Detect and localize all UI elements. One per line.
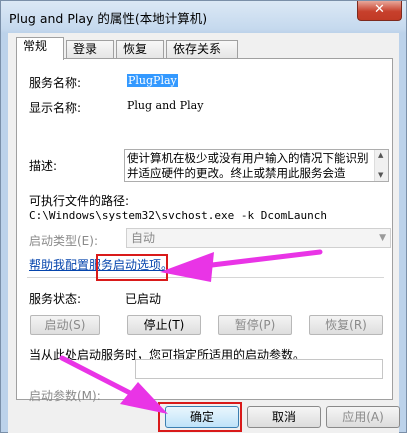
exe-path-value[interactable]: C:\Windows\system32\svchost.exe -k DcomL… xyxy=(29,209,327,222)
dialog-client: 常规 登录 恢复 依存关系 服务名称: PlugPlay 显示名称: Plug … xyxy=(8,33,400,433)
startup-type-value: 自动 xyxy=(131,231,156,245)
tab-strip: 常规 登录 恢复 依存关系 xyxy=(16,37,396,60)
scroll-down-icon[interactable]: ▼ xyxy=(378,171,383,179)
tab-dependencies[interactable]: 依存关系 xyxy=(166,40,238,59)
apply-button[interactable]: 应用(A) xyxy=(326,406,400,428)
window-title: Plug and Play 的属性(本地计算机) xyxy=(9,11,208,26)
startup-type-select[interactable]: 自动 ▼ xyxy=(126,228,391,248)
description-box[interactable]: 使计算机在极少或没有用户输入的情况下能识别并适应硬件的更改。终止或禁用此服务会造… xyxy=(124,149,389,182)
tab-general[interactable]: 常规 xyxy=(16,37,64,60)
stop-button[interactable]: 停止(T) xyxy=(127,315,201,335)
startup-type-label: 启动类型(E): xyxy=(29,234,98,248)
service-status-label: 服务状态: xyxy=(29,292,82,306)
general-tab-panel: 服务名称: PlugPlay 显示名称: Plug and Play 描述: 使… xyxy=(16,58,393,403)
chevron-down-icon: ▼ xyxy=(379,233,386,243)
display-name-label: 显示名称: xyxy=(29,101,82,115)
title-bar[interactable]: Plug and Play 的属性(本地计算机) ✕ xyxy=(1,1,406,33)
close-button[interactable]: ✕ xyxy=(357,1,402,21)
properties-window: Plug and Play 的属性(本地计算机) ✕ 常规 登录 恢复 依存关系… xyxy=(0,0,407,433)
start-button[interactable]: 启动(S) xyxy=(30,315,100,335)
tab-logon[interactable]: 登录 xyxy=(66,40,114,59)
tab-recovery[interactable]: 恢复 xyxy=(116,40,164,59)
description-label: 描述: xyxy=(29,159,58,173)
pause-button[interactable]: 暂停(P) xyxy=(218,315,292,335)
service-name-label: 服务名称: xyxy=(29,76,82,90)
resume-button[interactable]: 恢复(R) xyxy=(309,315,383,335)
display-name-value[interactable]: Plug and Play xyxy=(127,99,203,112)
service-status-value: 已启动 xyxy=(125,292,162,306)
start-params-input[interactable] xyxy=(135,359,383,379)
service-name-value[interactable]: PlugPlay xyxy=(127,74,178,87)
description-scrollbar[interactable]: ▲ ▼ xyxy=(374,150,388,181)
cancel-button[interactable]: 取消 xyxy=(247,406,321,428)
exe-path-label: 可执行文件的路径: xyxy=(29,194,130,208)
description-text: 使计算机在极少或没有用户输入的情况下能识别并适应硬件的更改。终止或禁用此服务会造 xyxy=(127,151,369,180)
start-params-label: 启动参数(M): xyxy=(29,389,101,403)
status-highlight-box xyxy=(96,254,168,281)
close-icon: ✕ xyxy=(374,2,385,17)
separator xyxy=(27,277,384,278)
scroll-up-icon[interactable]: ▲ xyxy=(378,151,383,159)
ok-highlight-box xyxy=(158,402,242,432)
